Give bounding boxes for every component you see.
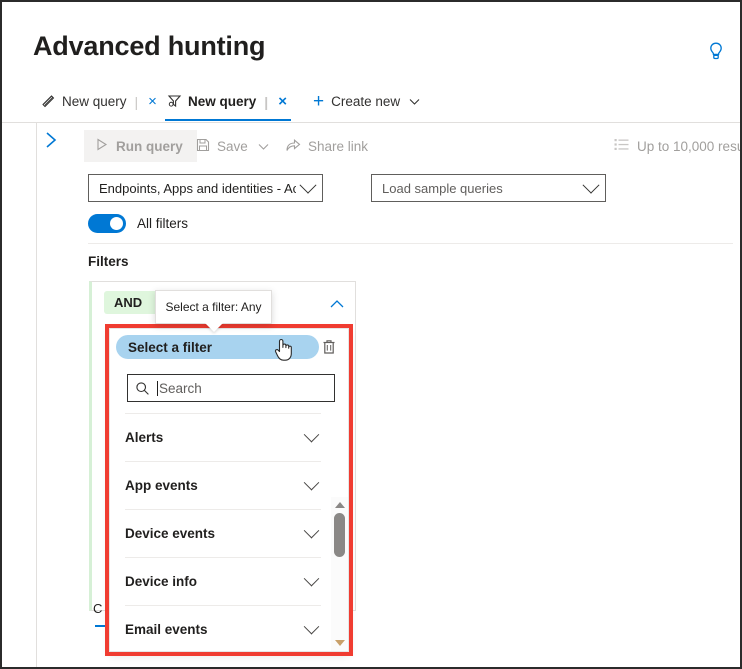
filters-section-label: Filters bbox=[88, 254, 129, 269]
list-item-label: Device events bbox=[125, 526, 216, 541]
filter-category-list: Alerts App events Device events Device i… bbox=[110, 413, 348, 651]
chevron-down-icon bbox=[303, 522, 320, 539]
tab-new-query-1[interactable]: New query | × bbox=[39, 82, 161, 121]
tab-label: New query bbox=[62, 94, 127, 109]
all-filters-toggle[interactable] bbox=[88, 214, 126, 233]
share-link-label: Share link bbox=[308, 138, 369, 154]
tab-divider: | bbox=[264, 93, 269, 110]
search-placeholder: Search bbox=[159, 380, 202, 396]
save-button[interactable]: Save bbox=[196, 130, 269, 162]
query-workspace: Run query Save Share link Up to 10,000 r… bbox=[71, 123, 740, 667]
chevron-down-icon bbox=[303, 426, 320, 443]
list-item[interactable]: Device events bbox=[125, 509, 321, 557]
save-label: Save bbox=[217, 138, 248, 154]
occluded-group-label: C bbox=[93, 601, 103, 616]
results-limit-button[interactable]: Up to 10,000 results bbox=[614, 130, 740, 162]
tab-divider: | bbox=[134, 93, 139, 110]
command-bar: Run query Save Share link Up to 10,000 r… bbox=[71, 123, 740, 170]
list-item-label: Device info bbox=[125, 574, 198, 589]
filter-selector-dropdown: Select a filter Search Alerts App events… bbox=[109, 328, 349, 652]
divider bbox=[88, 243, 733, 244]
page-title: Advanced hunting bbox=[33, 31, 266, 61]
sample-queries-selector[interactable]: Load sample queries bbox=[371, 174, 606, 202]
chevron-down-icon bbox=[303, 474, 320, 491]
scope-selector-value: Endpoints, Apps and identities - Activit… bbox=[99, 180, 296, 196]
plus-icon: + bbox=[313, 91, 325, 112]
list-item[interactable]: Device info bbox=[125, 557, 321, 605]
selected-filter-label: Select a filter bbox=[128, 339, 213, 355]
chevron-down-icon bbox=[303, 618, 320, 635]
all-filters-toggle-row: All filters bbox=[88, 214, 188, 233]
page-header: Advanced hunting bbox=[2, 2, 740, 80]
text-caret bbox=[157, 380, 158, 396]
list-item[interactable]: App events bbox=[125, 461, 321, 509]
list-item-label: Alerts bbox=[125, 430, 164, 445]
list-item[interactable]: Email events bbox=[125, 605, 321, 651]
search-icon bbox=[128, 381, 156, 396]
search-input[interactable]: Search bbox=[127, 374, 335, 402]
chevron-down-icon bbox=[582, 176, 600, 194]
save-icon bbox=[196, 138, 210, 155]
tab-close-icon[interactable]: × bbox=[276, 93, 289, 110]
sample-queries-placeholder: Load sample queries bbox=[382, 180, 503, 196]
tab-new-query-2[interactable]: New query | × bbox=[165, 82, 291, 121]
filter-category-list-inner: Alerts App events Device events Device i… bbox=[110, 413, 330, 651]
trash-icon[interactable] bbox=[318, 336, 340, 358]
scope-selector[interactable]: Endpoints, Apps and identities - Activit… bbox=[88, 174, 323, 202]
run-query-button[interactable]: Run query bbox=[84, 130, 197, 162]
play-icon bbox=[95, 138, 108, 154]
list-icon bbox=[614, 138, 629, 154]
list-item-label: Email events bbox=[125, 622, 208, 637]
rail-expand-chevron-right-icon[interactable] bbox=[43, 130, 61, 150]
selected-filter-pill[interactable]: Select a filter bbox=[116, 335, 319, 359]
collapse-group-chevron-up-icon[interactable] bbox=[330, 296, 344, 314]
chevron-down-icon bbox=[303, 570, 320, 587]
create-new-button[interactable]: + Create new bbox=[313, 82, 420, 121]
list-item[interactable]: Alerts bbox=[125, 413, 321, 461]
run-query-label: Run query bbox=[116, 138, 183, 154]
results-limit-label: Up to 10,000 results bbox=[637, 138, 740, 154]
filter-operator-label: AND bbox=[114, 295, 143, 310]
lightbulb-icon[interactable] bbox=[705, 40, 727, 62]
query-editor-icon bbox=[41, 93, 56, 111]
share-icon bbox=[286, 138, 301, 155]
toggle-knob bbox=[109, 217, 123, 230]
chevron-down-icon bbox=[299, 176, 317, 194]
tooltip-text: Select a filter: Any bbox=[165, 300, 262, 314]
chevron-down-icon bbox=[409, 94, 420, 109]
share-link-button[interactable]: Share link bbox=[286, 130, 368, 162]
all-filters-label: All filters bbox=[137, 216, 189, 231]
app-window: Advanced hunting New query | × New query… bbox=[0, 0, 742, 669]
funnel-query-icon bbox=[167, 93, 182, 111]
scrollbar-thumb[interactable] bbox=[334, 513, 345, 557]
filter-tooltip: Select a filter: Any bbox=[155, 290, 272, 324]
scroll-up-triangle-up-icon[interactable] bbox=[331, 497, 348, 512]
list-item-label: App events bbox=[125, 478, 198, 493]
chevron-down-icon bbox=[258, 139, 269, 154]
left-rail bbox=[2, 123, 37, 667]
create-new-label: Create new bbox=[331, 94, 401, 109]
tab-label: New query bbox=[188, 94, 257, 109]
active-tab-indicator bbox=[165, 118, 291, 121]
scroll-down-triangle-down-icon[interactable] bbox=[331, 635, 348, 650]
occluded-group-underline bbox=[95, 625, 109, 627]
dropdown-scrollbar[interactable] bbox=[331, 497, 348, 651]
tab-close-icon[interactable]: × bbox=[146, 93, 159, 110]
tab-strip: New query | × New query | × + Create new bbox=[2, 82, 740, 123]
